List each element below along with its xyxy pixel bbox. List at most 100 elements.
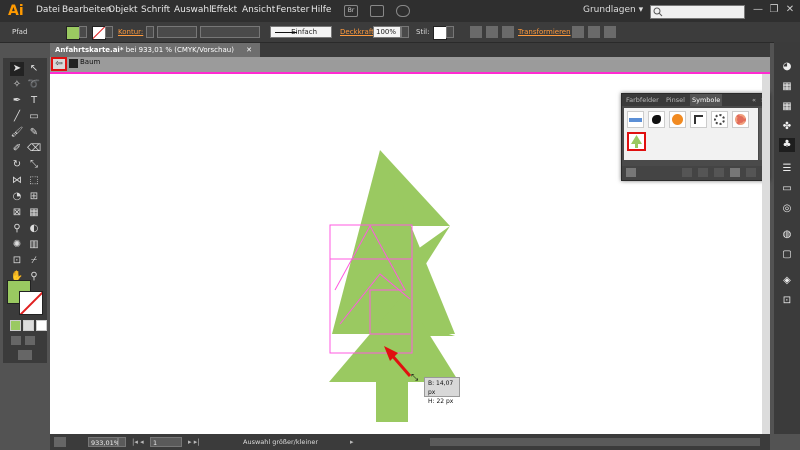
artboard-tool-icon[interactable]: ⊡ — [10, 254, 24, 268]
page-field[interactable]: 1 — [150, 437, 182, 447]
column-graph-tool-icon[interactable]: ▥ — [27, 238, 41, 252]
recolor-artwork-icon[interactable] — [470, 26, 482, 38]
direct-selection-tool-icon[interactable]: ↖ — [27, 62, 41, 76]
workspace-switcher[interactable]: Grundlagen ▾ — [583, 5, 643, 15]
vertical-scrollbar[interactable] — [762, 74, 770, 434]
ink-splat-symbol[interactable] — [648, 111, 665, 128]
stroke-dropdown[interactable] — [105, 26, 113, 38]
isolate-selected-icon[interactable] — [572, 26, 584, 38]
screen-mode-icon[interactable] — [18, 350, 32, 360]
draw-behind-icon[interactable] — [25, 336, 35, 345]
document-tab[interactable]: Anfahrtskarte.ai* bei 933,01 % (CMYK/Vor… — [50, 43, 260, 57]
opacity-dropdown[interactable] — [401, 26, 409, 38]
stroke-label[interactable]: Kontur: — [118, 28, 143, 36]
menu-schrift[interactable]: Schrift — [141, 5, 170, 15]
fill-dropdown[interactable] — [79, 26, 87, 38]
tab-farbfelder[interactable]: Farbfelder — [626, 96, 659, 104]
free-transform-tool-icon[interactable]: ⬚ — [27, 174, 41, 188]
dotted-ring-symbol[interactable] — [711, 111, 728, 128]
align-icon[interactable] — [486, 26, 498, 38]
draw-normal-icon[interactable] — [11, 336, 21, 345]
menu-datei[interactable]: Datei — [36, 5, 60, 15]
gradient-mode-icon[interactable] — [23, 320, 34, 331]
mesh-tool-icon[interactable]: ⊠ — [10, 206, 24, 220]
transparency-panel-icon[interactable]: ◎ — [779, 202, 795, 216]
slice-tool-icon[interactable]: ⌿ — [27, 254, 41, 268]
lasso-tool-icon[interactable]: ➰ — [27, 78, 41, 92]
menu-objekt[interactable]: Objekt — [108, 5, 138, 15]
frame-corner-symbol[interactable] — [690, 111, 707, 128]
stroke-swatch[interactable] — [19, 291, 43, 315]
layers-panel-icon[interactable]: ◈ — [779, 274, 795, 288]
tab-symbole[interactable]: Symbole — [690, 94, 723, 106]
type-tool-icon[interactable]: T — [27, 94, 41, 108]
color-panel-icon[interactable]: ◕ — [779, 60, 795, 74]
perspective-grid-tool-icon[interactable]: ⊞ — [27, 190, 41, 204]
minimize-button[interactable]: — — [752, 4, 764, 16]
zoom-field[interactable]: 933,01% — [88, 437, 120, 447]
place-symbol-icon[interactable] — [682, 168, 692, 177]
break-link-icon[interactable] — [698, 168, 708, 177]
close-tab-icon[interactable]: ✕ — [246, 46, 252, 54]
rectangle-tool-icon[interactable]: ▭ — [27, 110, 41, 124]
menu-effekt[interactable]: Effekt — [211, 5, 237, 15]
width-tool-icon[interactable]: ⋈ — [10, 174, 24, 188]
menu-auswahl[interactable]: Auswahl — [174, 5, 212, 15]
delete-symbol-icon[interactable] — [746, 168, 756, 177]
scale-tool-icon[interactable]: ⤡ — [27, 158, 41, 172]
brushes-panel-icon[interactable]: ✤ — [779, 120, 795, 134]
paintbrush-tool-icon[interactable]: 🖌 — [10, 126, 24, 140]
opacity-field[interactable]: 100% — [373, 26, 401, 38]
red-flower-symbol[interactable] — [732, 111, 749, 128]
graphic-style-dropdown[interactable] — [446, 26, 454, 38]
close-button[interactable]: ✕ — [784, 4, 796, 16]
menu-hilfe[interactable]: Hilfe — [311, 5, 331, 15]
artboards-panel-icon[interactable]: ⊡ — [779, 294, 795, 308]
menu-fenster[interactable]: Fenster — [276, 5, 309, 15]
first-page-icon[interactable]: |◂ ◂ — [132, 438, 144, 446]
arrange-documents-icon[interactable] — [370, 5, 384, 17]
graphic-styles-panel-icon[interactable]: ▢ — [779, 248, 795, 262]
status-menu-icon[interactable]: ▸ — [350, 438, 354, 446]
symbols-panel-icon[interactable]: ♣ — [779, 138, 795, 152]
stroke-weight-field[interactable] — [157, 26, 197, 38]
symbol-sprayer-tool-icon[interactable]: ✺ — [10, 238, 24, 252]
menu-ansicht[interactable]: Ansicht — [242, 5, 275, 15]
tab-pinsel[interactable]: Pinsel — [666, 96, 685, 104]
eraser-tool-icon[interactable]: ⌫ — [27, 142, 41, 156]
fill-color-swatch[interactable] — [66, 26, 80, 40]
search-input[interactable] — [650, 5, 745, 19]
next-page-icon[interactable]: ▸ ▸| — [188, 438, 200, 446]
gradient-tool-icon[interactable]: ▦ — [27, 206, 41, 220]
brush-style-dropdown[interactable]: Einfach — [270, 26, 332, 38]
orange-button-symbol[interactable] — [669, 111, 686, 128]
new-symbol-icon[interactable] — [730, 168, 740, 177]
variable-width-profile[interactable] — [200, 26, 260, 38]
symbol-sprayer-icon[interactable] — [396, 5, 410, 17]
color-guide-icon[interactable]: ▦ — [779, 80, 795, 94]
symbol-options-icon[interactable] — [714, 168, 724, 177]
rotate-tool-icon[interactable]: ↻ — [10, 158, 24, 172]
color-mode-icon[interactable] — [10, 320, 21, 331]
swatches-panel-icon[interactable]: ▦ — [779, 100, 795, 114]
zoom-icon[interactable] — [54, 437, 66, 447]
distribute-icon[interactable] — [502, 26, 514, 38]
selection-tool-icon[interactable]: ➤ — [10, 62, 24, 76]
symbol-libraries-icon[interactable] — [626, 168, 636, 177]
graphic-style-swatch[interactable] — [433, 26, 447, 40]
pencil-tool-icon[interactable]: ✎ — [27, 126, 41, 140]
stroke-panel-icon[interactable]: ☰ — [779, 162, 795, 176]
blob-brush-tool-icon[interactable]: ✐ — [10, 142, 24, 156]
panel-menu-icon[interactable] — [604, 26, 616, 38]
opacity-label[interactable]: Deckkraft — [340, 28, 374, 36]
panel-collapse-icon[interactable]: « — [752, 96, 756, 104]
horizontal-scrollbar[interactable] — [430, 438, 760, 446]
blue-banner-symbol[interactable] — [627, 111, 644, 128]
back-arrow-icon[interactable]: ⇦ — [51, 57, 67, 71]
zoom-dropdown[interactable] — [118, 437, 126, 447]
line-tool-icon[interactable]: ╱ — [10, 110, 24, 124]
restore-button[interactable]: ❐ — [768, 4, 780, 16]
bridge-icon[interactable]: Br — [344, 5, 358, 17]
magic-wand-tool-icon[interactable]: ✧ — [10, 78, 24, 92]
shape-builder-tool-icon[interactable]: ◔ — [10, 190, 24, 204]
